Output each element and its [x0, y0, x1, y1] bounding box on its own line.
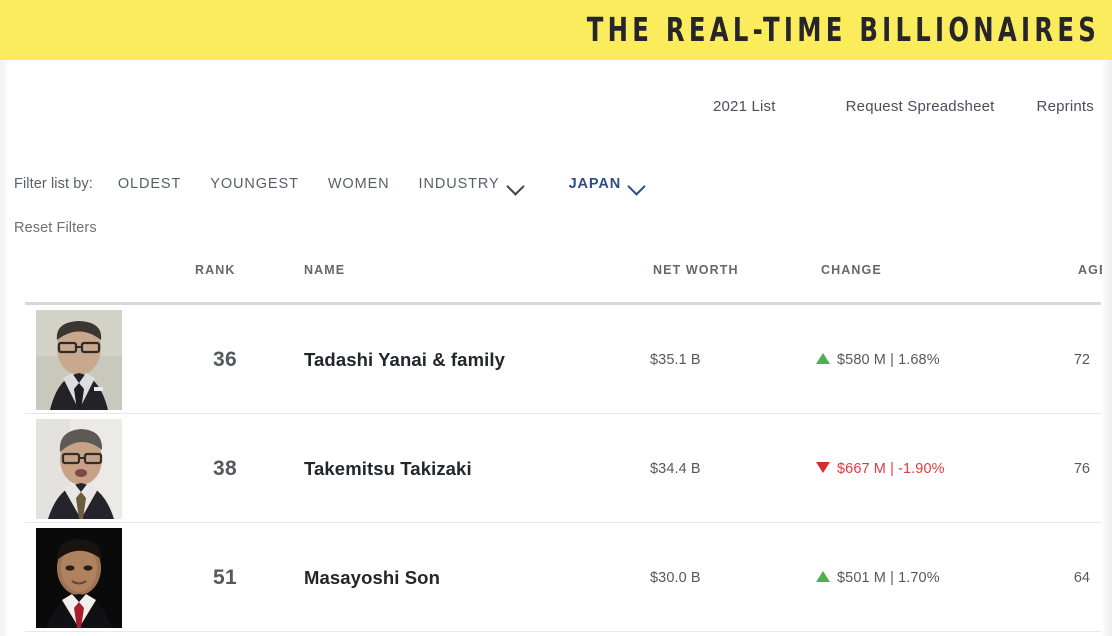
cell-age: 72 — [1073, 351, 1090, 368]
arrow-up-icon — [816, 571, 830, 582]
page-gutter-right — [1102, 60, 1112, 636]
reset-filters-link[interactable]: Reset Filters — [14, 220, 97, 236]
table-row-divider — [25, 631, 1101, 632]
cell-rank: 36 — [213, 347, 237, 371]
filter-bar-label: Filter list by: — [14, 176, 93, 192]
column-header-name[interactable]: NAME — [304, 263, 345, 277]
page-root: THE REAL-TIME BILLIONAIRES 2021 List Req… — [0, 0, 1112, 636]
cell-name[interactable]: Takemitsu Takizaki — [304, 414, 634, 523]
table-row[interactable]: 36 Tadashi Yanai & family $35.1 B $580 M… — [0, 305, 1112, 414]
nav-link-request-spreadsheet[interactable]: Request Spreadsheet — [846, 96, 995, 117]
cell-change-text: $580 M | 1.68% — [837, 351, 940, 368]
cell-change: $580 M | 1.68% — [816, 305, 1066, 414]
filter-women-label: WOMEN — [327, 176, 390, 192]
page-title: THE REAL-TIME BILLIONAIRES — [586, 10, 1100, 49]
filter-industry[interactable]: INDUSTRY — [419, 176, 524, 192]
cell-change: $501 M | 1.70% — [816, 523, 1066, 632]
billionaires-table: RANK NAME NET WORTH CHANGE AGE 36 Tadash… — [0, 258, 1112, 632]
column-header-net-worth[interactable]: NET WORTH — [653, 263, 739, 277]
filter-bar: Filter list by: OLDEST YOUNGEST WOMEN IN… — [14, 176, 690, 192]
cell-rank: 38 — [213, 456, 237, 480]
cell-net-worth: $34.4 B — [650, 460, 701, 477]
table-row[interactable]: 51 Masayoshi Son $30.0 B $501 M | 1.70% … — [0, 523, 1112, 632]
chevron-down-icon — [509, 180, 524, 189]
column-header-change[interactable]: CHANGE — [821, 263, 882, 277]
filter-japan[interactable]: JAPAN — [569, 176, 646, 192]
cell-name[interactable]: Masayoshi Son — [304, 523, 634, 632]
avatar — [36, 528, 122, 628]
cell-change-text: $501 M | 1.70% — [837, 569, 940, 586]
cell-net-worth: $30.0 B — [650, 569, 701, 586]
column-header-rank[interactable]: RANK — [195, 263, 236, 277]
cell-net-worth: $35.1 B — [650, 351, 701, 368]
table-row[interactable]: 38 Takemitsu Takizaki $34.4 B $667 M | -… — [0, 414, 1112, 523]
filter-oldest-label: OLDEST — [117, 176, 182, 192]
avatar — [36, 419, 122, 519]
avatar — [36, 310, 122, 410]
cell-age: 76 — [1073, 460, 1090, 477]
filter-japan-label: JAPAN — [568, 176, 622, 192]
cell-change-text: $667 M | -1.90% — [837, 460, 945, 477]
page-banner: THE REAL-TIME BILLIONAIRES — [0, 0, 1112, 60]
table-header-row: RANK NAME NET WORTH CHANGE AGE — [0, 258, 1112, 305]
cell-name[interactable]: Tadashi Yanai & family — [304, 305, 634, 414]
filter-oldest[interactable]: OLDEST — [118, 176, 181, 192]
nav-link-2021-list[interactable]: 2021 List — [713, 96, 776, 117]
cell-rank: 51 — [213, 565, 237, 589]
arrow-down-icon — [816, 462, 830, 473]
filter-women[interactable]: WOMEN — [328, 176, 390, 192]
filter-youngest[interactable]: YOUNGEST — [210, 176, 299, 192]
top-nav: 2021 List Request Spreadsheet Reprints — [713, 96, 1094, 117]
cell-age: 64 — [1073, 569, 1090, 586]
filter-industry-label: INDUSTRY — [418, 176, 500, 192]
page-gutter-left — [0, 60, 9, 636]
chevron-down-icon — [630, 180, 645, 189]
cell-change: $667 M | -1.90% — [816, 414, 1066, 523]
filter-youngest-label: YOUNGEST — [210, 176, 299, 192]
nav-link-reprints[interactable]: Reprints — [1037, 96, 1094, 117]
arrow-up-icon — [816, 353, 830, 364]
